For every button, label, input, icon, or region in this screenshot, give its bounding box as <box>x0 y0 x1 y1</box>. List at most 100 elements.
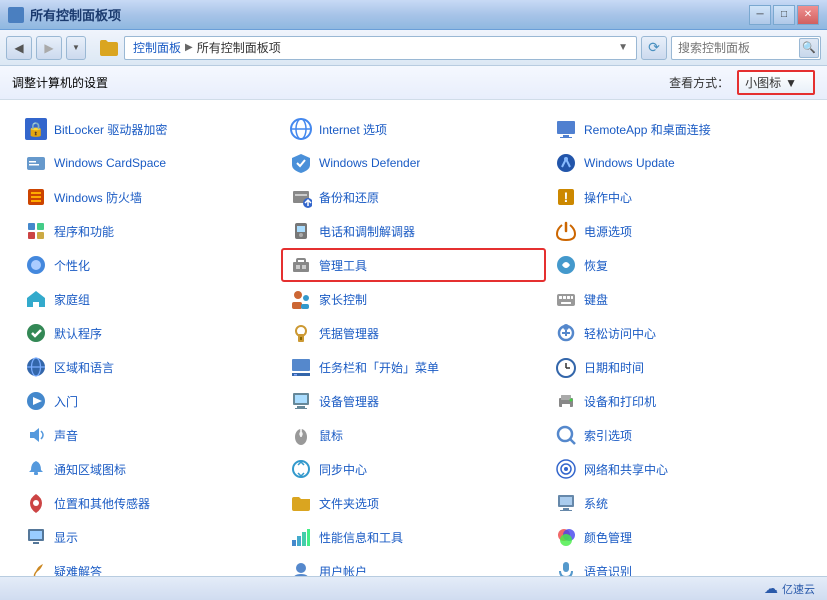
adjust-label: 调整计算机的设置 <box>12 74 108 91</box>
user-accounts-label: 用户帐户 <box>319 563 367 577</box>
grid-item-action-center[interactable]: ! 操作中心 <box>546 180 811 214</box>
breadcrumb-root[interactable]: 控制面板 <box>133 39 181 56</box>
status-bar: ☁ 亿速云 <box>0 576 827 600</box>
brand-label: ☁ 亿速云 <box>764 580 815 597</box>
title-bar-controls: ─ □ ✕ <box>749 5 819 25</box>
mouse-label: 鼠标 <box>319 427 343 444</box>
speech-label: 语音识别 <box>584 563 632 577</box>
maximize-button[interactable]: □ <box>773 5 795 25</box>
troubleshoot-icon <box>24 559 48 576</box>
grid-item-perf-info[interactable]: 性能信息和工具 <box>281 520 546 554</box>
grid-item-color-mgmt[interactable]: 颜色管理 <box>546 520 811 554</box>
grid-item-index[interactable]: 索引选项 <box>546 418 811 452</box>
windows-update-label: Windows Update <box>584 156 675 170</box>
grid-item-mouse[interactable]: 鼠标 <box>281 418 546 452</box>
action-center-label: 操作中心 <box>584 189 632 206</box>
grid-item-parental[interactable]: 家长控制 <box>281 282 546 316</box>
device-manager-label: 设备管理器 <box>319 393 379 410</box>
breadcrumb-bar: 控制面板 ▶ 所有控制面板项 ▼ <box>124 36 637 60</box>
grid-item-taskbar[interactable]: 任务栏和「开始」菜单 <box>281 350 546 384</box>
forward-button[interactable]: ▶ <box>36 36 62 60</box>
grid-item-phone-modem[interactable]: 电话和调制解调器 <box>281 214 546 248</box>
grid-item-display[interactable]: 显示 <box>16 520 281 554</box>
grid-item-system[interactable]: 系统 <box>546 486 811 520</box>
grid-item-personalization[interactable]: 个性化 <box>16 248 281 282</box>
grid-item-defender[interactable]: Windows Defender <box>281 146 546 180</box>
title-bar: 所有控制面板项 ─ □ ✕ <box>0 0 827 30</box>
grid-item-network[interactable]: 网络和共享中心 <box>546 452 811 486</box>
phone-modem-icon <box>289 219 313 243</box>
close-button[interactable]: ✕ <box>797 5 819 25</box>
grid-item-troubleshoot[interactable]: 疑难解答 <box>16 554 281 576</box>
keyboard-icon <box>554 287 578 311</box>
nav-dropdown-button[interactable]: ▼ <box>66 36 86 60</box>
grid-item-folder-options[interactable]: 文件夹选项 <box>281 486 546 520</box>
grid-item-user-accounts[interactable]: 用户帐户 <box>281 554 546 576</box>
troubleshoot-label: 疑难解答 <box>54 563 102 577</box>
grid-item-firewall[interactable]: Windows 防火墙 <box>16 180 281 214</box>
breadcrumb-current: 所有控制面板项 <box>197 39 281 56</box>
folder-svg <box>100 40 118 56</box>
grid-item-homegroup[interactable]: 家庭组 <box>16 282 281 316</box>
grid-item-backup[interactable]: 备份和还原 <box>281 180 546 214</box>
grid-item-ease-access[interactable]: 轻松访问中心 <box>546 316 811 350</box>
grid-item-devices-printers[interactable]: 设备和打印机 <box>546 384 811 418</box>
grid-item-windows-update[interactable]: Windows Update <box>546 146 811 180</box>
backup-label: 备份和还原 <box>319 189 379 206</box>
region-icon <box>24 355 48 379</box>
system-label: 系统 <box>584 495 608 512</box>
grid-item-cardspace[interactable]: Windows CardSpace <box>16 146 281 180</box>
default-programs-icon <box>24 321 48 345</box>
credential-label: 凭据管理器 <box>319 325 379 342</box>
grid-item-datetime[interactable]: 日期和时间 <box>546 350 811 384</box>
window-title: 所有控制面板项 <box>30 5 121 24</box>
breadcrumb-sep2: ▼ <box>618 42 628 53</box>
remoteapp-icon <box>554 117 578 141</box>
svg-text:!: ! <box>564 189 569 205</box>
grid-item-keyboard[interactable]: 键盘 <box>546 282 811 316</box>
grid-item-credential[interactable]: 凭据管理器 <box>281 316 546 350</box>
folder-options-label: 文件夹选项 <box>319 495 379 512</box>
grid-item-default-programs[interactable]: 默认程序 <box>16 316 281 350</box>
grid-item-internet-options[interactable]: Internet 选项 <box>281 112 546 146</box>
grid-item-intro[interactable]: 入门 <box>16 384 281 418</box>
cardspace-icon <box>24 151 48 175</box>
perf-info-icon <box>289 525 313 549</box>
windows-update-icon <box>554 151 578 175</box>
grid-item-sound[interactable]: 声音 <box>16 418 281 452</box>
power-label: 电源选项 <box>584 223 632 240</box>
sound-icon <box>24 423 48 447</box>
location-label: 位置和其他传感器 <box>54 495 150 512</box>
grid-item-power[interactable]: 电源选项 <box>546 214 811 248</box>
grid-item-bitlocker[interactable]: 🔒BitLocker 驱动器加密 <box>16 112 281 146</box>
grid-item-location[interactable]: 位置和其他传感器 <box>16 486 281 520</box>
grid-item-device-manager[interactable]: 设备管理器 <box>281 384 546 418</box>
back-button[interactable]: ◀ <box>6 36 32 60</box>
grid-item-speech[interactable]: 语音识别 <box>546 554 811 576</box>
grid-item-programs[interactable]: 程序和功能 <box>16 214 281 248</box>
view-label: 查看方式： <box>669 74 729 91</box>
index-icon <box>554 423 578 447</box>
grid-item-sync[interactable]: 同步中心 <box>281 452 546 486</box>
grid-item-notification[interactable]: 通知区域图标 <box>16 452 281 486</box>
recovery-icon <box>554 253 578 277</box>
view-select[interactable]: 小图标 ▼ <box>737 70 815 95</box>
search-button[interactable]: 🔍 <box>799 38 819 58</box>
admin-tools-label: 管理工具 <box>319 257 367 274</box>
grid-item-region[interactable]: 区域和语言 <box>16 350 281 384</box>
refresh-button[interactable]: ⟳ <box>641 36 667 60</box>
datetime-label: 日期和时间 <box>584 359 644 376</box>
defender-icon <box>289 151 313 175</box>
folder-options-icon <box>289 491 313 515</box>
grid-item-recovery[interactable]: 恢复 <box>546 248 811 282</box>
mouse-icon <box>289 423 313 447</box>
grid-item-admin-tools[interactable]: 管理工具 <box>281 248 546 282</box>
toolbar: 调整计算机的设置 查看方式： 小图标 ▼ <box>0 66 827 100</box>
region-label: 区域和语言 <box>54 359 114 376</box>
speech-icon <box>554 559 578 576</box>
grid-item-remoteapp[interactable]: RemoteApp 和桌面连接 <box>546 112 811 146</box>
backup-icon <box>289 185 313 209</box>
minimize-button[interactable]: ─ <box>749 5 771 25</box>
personalization-icon <box>24 253 48 277</box>
intro-label: 入门 <box>54 393 78 410</box>
